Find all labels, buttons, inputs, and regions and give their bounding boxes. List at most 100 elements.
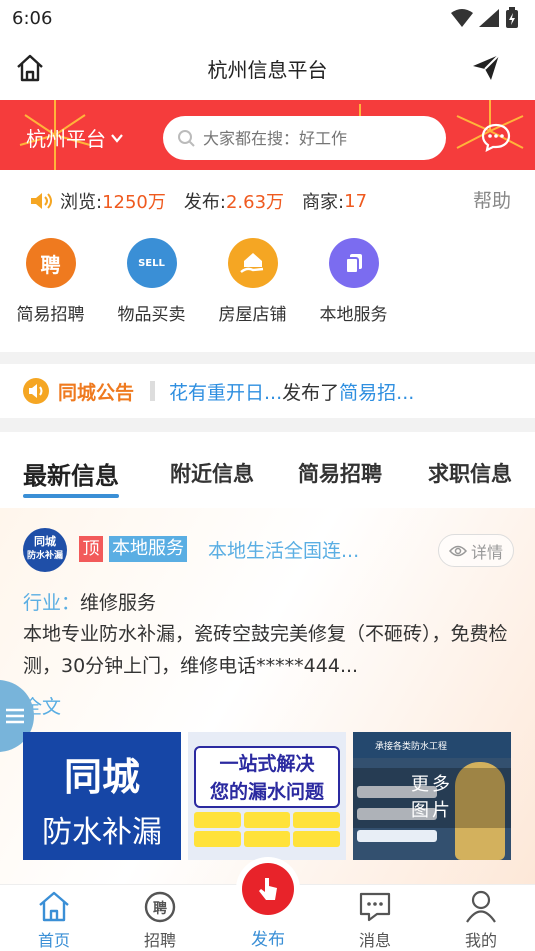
avatar-line1: 同城	[34, 535, 56, 548]
search-icon	[178, 130, 195, 147]
search-input[interactable]	[203, 128, 433, 148]
tab-label: 最新信息	[23, 462, 119, 490]
speaker-icon	[31, 193, 52, 209]
post-title[interactable]: 本地生活全国连...	[208, 536, 359, 563]
nav-label: 首页	[37, 931, 70, 950]
recruit-icon: 聘	[144, 891, 176, 923]
signal-icon	[479, 9, 499, 27]
category-recruit[interactable]: 聘 简易招聘	[0, 238, 101, 325]
chat-icon[interactable]	[481, 122, 511, 156]
search-box[interactable]	[163, 116, 446, 160]
tab-jobseek[interactable]: 求职信息	[428, 458, 512, 488]
announcement-title: 同城公告	[58, 381, 135, 404]
message-icon	[359, 892, 391, 922]
stats-panel: 浏览: 1250万 发布: 2.63万 商家: 17 帮助 聘 简易招聘 SEL…	[0, 170, 535, 352]
battery-icon	[506, 7, 518, 28]
announcement-user: 花有重开日...	[169, 381, 283, 404]
page-title: 杭州信息平台	[207, 58, 328, 82]
chevron-down-icon	[111, 133, 123, 143]
tab-nearby[interactable]: 附近信息	[170, 458, 254, 488]
category-trade[interactable]: SELL 物品买卖	[101, 238, 202, 325]
site-stats: 浏览: 1250万 发布: 2.63万 商家: 17	[30, 188, 385, 214]
category-grid: 聘 简易招聘 SELL 物品买卖 房屋店铺 本地服务	[0, 238, 440, 325]
category-label: 房屋店铺	[218, 305, 287, 325]
tab-latest[interactable]: 最新信息	[23, 456, 119, 498]
status-icons	[451, 7, 519, 29]
recruit-icon: 聘	[25, 238, 76, 288]
bottom-nav: 首页 聘 招聘 发布 消息 我的	[0, 857, 535, 951]
nav-profile[interactable]: 我的	[441, 889, 521, 951]
speaker-icon	[23, 378, 49, 404]
avatar[interactable]: 同城 防水补漏	[23, 528, 67, 572]
profile-icon	[466, 890, 496, 923]
thumb-title: 一站式解决	[219, 753, 315, 775]
category-housing[interactable]: 房屋店铺	[202, 238, 303, 325]
thumb-feature-grid	[194, 812, 340, 847]
home-icon	[39, 891, 69, 922]
help-link[interactable]: 帮助	[473, 186, 511, 213]
thumb-subtitle: 您的漏水问题	[209, 781, 324, 803]
views-value: 1250万	[102, 192, 166, 213]
nav-label: 消息	[358, 931, 391, 950]
category-label: 本地服务	[319, 305, 388, 325]
thumb-title: 承接各类防水工程	[375, 742, 448, 752]
eye-icon	[448, 545, 467, 556]
category-badge: 本地服务	[109, 536, 187, 562]
nav-recruit[interactable]: 聘 招聘	[120, 889, 200, 951]
publish-button[interactable]	[236, 857, 300, 921]
status-time: 6:06	[12, 8, 53, 29]
category-label: 简易招聘	[16, 305, 85, 325]
app-header: 杭州信息平台	[0, 36, 535, 100]
industry-row: 行业：维修服务	[23, 588, 156, 615]
send-icon[interactable]	[471, 52, 501, 86]
post-image[interactable]: 一站式解决 您的漏水问题	[188, 732, 346, 860]
nav-label: 发布	[251, 930, 285, 950]
posts-value: 2.63万	[225, 192, 285, 213]
top-badge: 顶	[79, 536, 103, 562]
thumb-title: 同城	[63, 755, 140, 799]
announcement-target: 简易招...	[339, 381, 415, 404]
merchants-value: 17	[344, 190, 368, 212]
post-image[interactable]: 承接各类防水工程 更多 图片	[353, 732, 511, 860]
thumb-banner: 一站式解决 您的漏水问题	[194, 746, 340, 808]
more-images-label[interactable]: 更多 图片	[353, 768, 511, 828]
thumb-subtitle: 防水补漏	[42, 815, 162, 850]
announcement-bar[interactable]: 同城公告 花有重开日...发布了简易招...	[0, 364, 535, 418]
menu-icon	[6, 708, 24, 724]
views-label: 浏览:	[60, 192, 103, 213]
nav-messages[interactable]: 消息	[335, 889, 415, 951]
posts-label: 发布:	[183, 192, 226, 213]
post-card[interactable]: 同城 防水补漏 顶 本地服务 本地生活全国连... 详情 行业：维修服务 本地专…	[0, 508, 535, 884]
city-label: 杭州平台	[26, 127, 106, 151]
post-description: 本地专业防水补漏，瓷砖空鼓完美修复（不砸砖），免费检测，30分钟上门，维修电话*…	[23, 623, 508, 677]
tab-underline	[23, 494, 119, 498]
divider	[150, 381, 156, 401]
category-label: 物品买卖	[117, 305, 186, 325]
detail-button[interactable]: 详情	[437, 534, 514, 567]
house-hand-icon	[227, 238, 278, 288]
announcement-action: 发布了	[282, 381, 340, 404]
info-tabs: 最新信息 附近信息 简易招聘 求职信息	[0, 432, 535, 508]
tab-recruit[interactable]: 简易招聘	[298, 458, 382, 488]
category-local-service[interactable]: 本地服务	[303, 238, 404, 325]
search-banner: 杭州平台	[0, 100, 535, 170]
status-bar: 6:06	[0, 0, 535, 36]
nav-label: 我的	[464, 931, 497, 950]
wifi-icon	[451, 9, 473, 27]
post-images: 同城 防水补漏 一站式解决 您的漏水问题 承接各类防水工程 更多 图片	[23, 732, 511, 860]
merchants-label: 商家:	[302, 192, 345, 213]
sell-tag-icon: SELL	[126, 238, 177, 288]
nav-home[interactable]: 首页	[14, 889, 94, 951]
post-image[interactable]: 同城 防水补漏	[23, 732, 181, 860]
detail-label: 详情	[470, 542, 503, 562]
avatar-line2: 防水补漏	[26, 551, 63, 561]
nav-label: 招聘	[143, 931, 176, 950]
industry-value: 维修服务	[80, 592, 157, 614]
announcement-text: 花有重开日...发布了简易招...	[169, 378, 414, 405]
city-selector[interactable]: 杭州平台	[26, 123, 124, 152]
svg-text:聘: 聘	[153, 900, 167, 917]
thumb-header: 承接各类防水工程	[353, 732, 511, 758]
industry-label: 行业：	[23, 592, 81, 614]
publish-icon	[242, 863, 294, 915]
copy-icon	[328, 238, 379, 288]
